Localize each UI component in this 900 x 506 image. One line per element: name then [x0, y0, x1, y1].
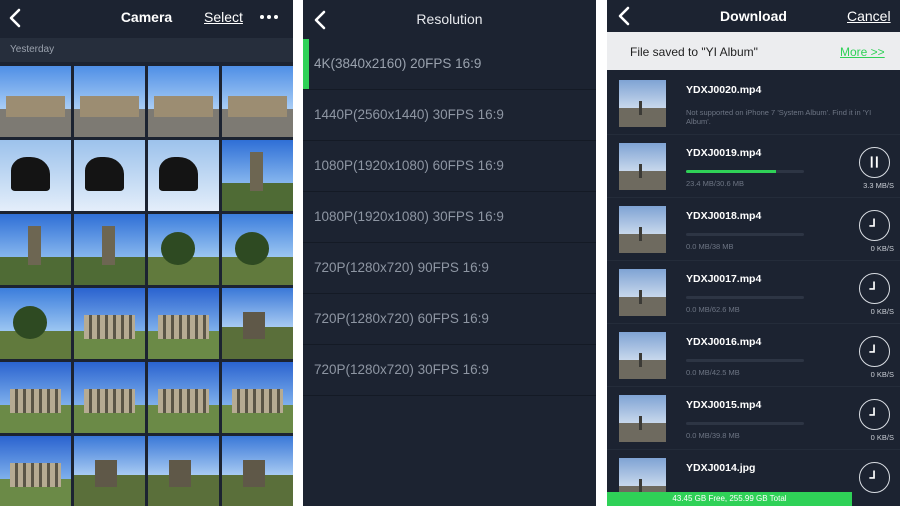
- resolution-option-label: 1440P(2560x1440) 30FPS 16:9: [314, 107, 504, 122]
- file-size: 0.0 MB/39.8 MB: [686, 431, 740, 440]
- photo-thumbnail[interactable]: [74, 436, 145, 506]
- file-size: 0.0 MB/38 MB: [686, 242, 734, 251]
- file-note: Not supported on iPhone 7 'System Album'…: [686, 108, 872, 126]
- clock-icon[interactable]: [859, 462, 890, 493]
- photo-thumbnail[interactable]: [148, 288, 219, 359]
- file-name: YDXJ0019.mp4: [686, 147, 762, 159]
- resolution-screen: Resolution 4K(3840x2160) 20FPS 16:9 1440P…: [303, 0, 596, 506]
- photo-thumbnail[interactable]: [0, 288, 71, 359]
- download-speed: 0 KB/S: [870, 370, 894, 379]
- resolution-option-label: 720P(1280x720) 60FPS 16:9: [314, 311, 489, 326]
- storage-footer: 43.45 GB Free, 255.99 GB Total: [607, 492, 852, 506]
- resolution-option-label: 720P(1280x720) 90FPS 16:9: [314, 260, 489, 275]
- camera-screen: Camera Select Yesterday: [0, 0, 293, 506]
- more-ellipsis-icon[interactable]: [258, 8, 280, 26]
- progress-bar: [686, 422, 804, 425]
- resolution-list: 4K(3840x2160) 20FPS 16:9 1440P(2560x1440)…: [303, 39, 596, 396]
- cancel-button[interactable]: Cancel: [847, 8, 891, 24]
- progress-bar: [686, 296, 804, 299]
- file-name: YDXJ0016.mp4: [686, 336, 762, 348]
- download-item: YDXJ0018.mp4 0.0 MB/38 MB 0 KB/S: [607, 198, 900, 261]
- resolution-option[interactable]: 720P(1280x720) 90FPS 16:9: [303, 243, 596, 294]
- progress-bar: [686, 359, 804, 362]
- banner-more-link[interactable]: More >>: [840, 45, 885, 59]
- photo-thumbnail[interactable]: [74, 288, 145, 359]
- photo-thumbnail[interactable]: [74, 214, 145, 285]
- clock-icon[interactable]: [859, 336, 890, 367]
- photo-thumbnail[interactable]: [222, 362, 293, 433]
- video-thumbnail: [619, 206, 666, 253]
- resolution-option[interactable]: 1080P(1920x1080) 30FPS 16:9: [303, 192, 596, 243]
- resolution-option-label: 720P(1280x720) 30FPS 16:9: [314, 362, 489, 377]
- video-thumbnail: [619, 269, 666, 316]
- file-size: 23.4 MB/30.6 MB: [686, 179, 744, 188]
- file-size: 0.0 MB/62.6 MB: [686, 305, 740, 314]
- photo-thumbnail[interactable]: [222, 214, 293, 285]
- clock-icon[interactable]: [859, 273, 890, 304]
- resolution-title: Resolution: [416, 11, 483, 27]
- photo-thumbnail[interactable]: [0, 140, 71, 211]
- photo-thumbnail[interactable]: [148, 362, 219, 433]
- file-name: YDXJ0017.mp4: [686, 273, 762, 285]
- clock-icon[interactable]: [859, 210, 890, 241]
- photo-thumbnail[interactable]: [0, 436, 71, 506]
- download-item: YDXJ0020.mp4 Not supported on iPhone 7 'S…: [607, 72, 900, 135]
- photo-thumbnail[interactable]: [222, 288, 293, 359]
- download-item: YDXJ0015.mp4 0.0 MB/39.8 MB 0 KB/S: [607, 387, 900, 450]
- photo-thumbnail[interactable]: [0, 66, 71, 137]
- photo-thumbnail[interactable]: [222, 140, 293, 211]
- photo-thumbnail[interactable]: [148, 436, 219, 506]
- banner-text: File saved to "YI Album": [630, 45, 758, 59]
- file-name: YDXJ0020.mp4: [686, 84, 762, 96]
- camera-title: Camera: [120, 9, 173, 25]
- download-speed: 0 KB/S: [870, 244, 894, 253]
- resolution-option[interactable]: 1440P(2560x1440) 30FPS 16:9: [303, 90, 596, 141]
- download-item: YDXJ0016.mp4 0.0 MB/42.5 MB 0 KB/S: [607, 324, 900, 387]
- clock-icon[interactable]: [859, 399, 890, 430]
- resolution-option[interactable]: 720P(1280x720) 60FPS 16:9: [303, 294, 596, 345]
- download-screen: Download Cancel File saved to "YI Album"…: [607, 0, 900, 506]
- progress-bar: [686, 170, 804, 173]
- pause-icon[interactable]: [859, 147, 890, 178]
- saved-banner: File saved to "YI Album" More >>: [607, 32, 900, 70]
- photo-thumbnail[interactable]: [0, 362, 71, 433]
- photo-grid: [0, 66, 293, 506]
- video-thumbnail: [619, 80, 666, 127]
- photo-thumbnail[interactable]: [148, 214, 219, 285]
- camera-header: Camera Select: [0, 0, 293, 36]
- download-item: YDXJ0017.mp4 0.0 MB/62.6 MB 0 KB/S: [607, 261, 900, 324]
- photo-thumbnail[interactable]: [148, 66, 219, 137]
- resolution-option-label: 1080P(1920x1080) 60FPS 16:9: [314, 158, 504, 173]
- selected-indicator: [303, 39, 309, 89]
- resolution-option[interactable]: 4K(3840x2160) 20FPS 16:9: [303, 39, 596, 90]
- download-speed: 3.3 MB/S: [863, 181, 894, 190]
- download-header: Download Cancel: [607, 0, 900, 32]
- resolution-option-label: 1080P(1920x1080) 30FPS 16:9: [314, 209, 504, 224]
- video-thumbnail: [619, 395, 666, 442]
- photo-thumbnail[interactable]: [222, 66, 293, 137]
- section-header-yesterday: Yesterday: [0, 38, 293, 62]
- file-name: YDXJ0018.mp4: [686, 210, 762, 222]
- download-list: YDXJ0020.mp4 Not supported on iPhone 7 'S…: [607, 72, 900, 506]
- file-name: YDXJ0015.mp4: [686, 399, 762, 411]
- photo-thumbnail[interactable]: [0, 214, 71, 285]
- resolution-header: Resolution: [303, 0, 596, 38]
- download-speed: 0 KB/S: [870, 433, 894, 442]
- resolution-option[interactable]: 720P(1280x720) 30FPS 16:9: [303, 345, 596, 396]
- photo-thumbnail[interactable]: [74, 66, 145, 137]
- resolution-option-label: 4K(3840x2160) 20FPS 16:9: [314, 56, 482, 71]
- resolution-option[interactable]: 1080P(1920x1080) 60FPS 16:9: [303, 141, 596, 192]
- file-size: 0.0 MB/42.5 MB: [686, 368, 740, 377]
- photo-thumbnail[interactable]: [74, 362, 145, 433]
- video-thumbnail: [619, 332, 666, 379]
- download-speed: 0 KB/S: [870, 307, 894, 316]
- photo-thumbnail[interactable]: [148, 140, 219, 211]
- video-thumbnail: [619, 143, 666, 190]
- photo-thumbnail[interactable]: [74, 140, 145, 211]
- select-button[interactable]: Select: [204, 9, 243, 25]
- download-item: YDXJ0019.mp4 23.4 MB/30.6 MB 3.3 MB/S: [607, 135, 900, 198]
- file-name: YDXJ0014.jpg: [686, 462, 756, 474]
- progress-bar: [686, 233, 804, 236]
- photo-thumbnail[interactable]: [222, 436, 293, 506]
